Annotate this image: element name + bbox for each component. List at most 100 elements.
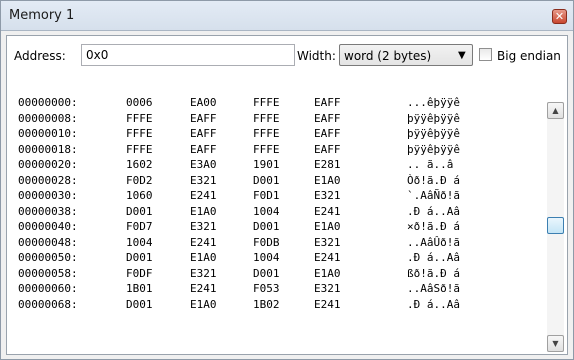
memory-word[interactable]: E1A0 [190, 298, 217, 311]
row-address: 00000000: [18, 96, 78, 109]
memory-word[interactable]: E241 [190, 236, 217, 249]
row-address: 00000068: [18, 297, 78, 311]
row-address: 00000060: [18, 282, 78, 295]
row-ascii: þÿÿêþÿÿê [407, 111, 460, 125]
memory-word[interactable]: 1602 [126, 158, 153, 171]
row-address: 00000008: [18, 111, 78, 125]
memory-word[interactable]: D001 [126, 298, 153, 311]
row-address: 00000038: [18, 204, 78, 218]
memory-word[interactable]: E321 [190, 267, 217, 280]
memory-word[interactable]: FFFE [126, 112, 153, 125]
chevron-down-icon: ▼ [458, 50, 466, 61]
memory-word[interactable]: D001 [253, 220, 280, 233]
memory-word[interactable]: D001 [253, 267, 280, 280]
memory-word[interactable]: D001 [126, 205, 153, 218]
memory-word[interactable]: EAFF [314, 143, 341, 156]
memory-word[interactable]: FFFE [126, 143, 153, 156]
memory-word[interactable]: 1060 [126, 189, 153, 202]
memory-word[interactable]: F053 [253, 282, 280, 295]
memory-word[interactable]: 1004 [126, 236, 153, 249]
memory-word[interactable]: EAFF [314, 127, 341, 140]
vertical-scrollbar[interactable]: ▲ ▼ [547, 102, 564, 352]
row-address: 00000040: [18, 220, 78, 233]
memory-window: Memory 1 ✕ Address: 0x0 Width: word (2 b… [0, 0, 574, 360]
memory-word[interactable]: EA00 [190, 96, 217, 109]
memory-word[interactable]: E321 [190, 174, 217, 187]
row-ascii: ..AâÛð!ã [407, 235, 460, 249]
memory-word[interactable]: FFFE [253, 127, 280, 140]
memory-word[interactable]: E241 [314, 298, 341, 311]
scroll-down-icon[interactable]: ▼ [547, 335, 564, 352]
row-address: 00000028: [18, 173, 78, 187]
width-select[interactable]: word (2 bytes) ▼ [339, 44, 473, 66]
row-ascii: .Ð á..Aâ [407, 297, 460, 311]
memory-word[interactable]: E3A0 [190, 158, 217, 171]
row-address: 00000030: [18, 189, 78, 202]
memory-word[interactable]: EAFF [190, 143, 217, 156]
row-ascii: .Ð á..Aâ [407, 204, 460, 218]
memory-word[interactable]: EAFF [190, 112, 217, 125]
close-icon[interactable]: ✕ [552, 9, 567, 24]
memory-word[interactable]: E1A0 [190, 205, 217, 218]
address-input[interactable]: 0x0 [81, 44, 295, 66]
memory-word[interactable]: E241 [314, 251, 341, 264]
memory-word[interactable]: 1004 [253, 251, 280, 264]
memory-word[interactable]: F0DF [126, 267, 153, 280]
row-address: 00000058: [18, 266, 78, 280]
scroll-up-icon[interactable]: ▲ [547, 102, 564, 119]
row-ascii: ßð!ã.Ð á [407, 266, 460, 280]
memory-word[interactable]: E241 [314, 205, 341, 218]
row-ascii: `.AâÑð!ã [407, 189, 460, 202]
scrollbar-thumb[interactable] [547, 217, 564, 234]
memory-panel: Address: 0x0 Width: word (2 bytes) ▼ Big… [6, 35, 568, 355]
memory-word[interactable]: E1A0 [190, 251, 217, 264]
memory-word[interactable]: 1004 [253, 205, 280, 218]
toolbar: Address: 0x0 Width: word (2 bytes) ▼ Big… [7, 36, 567, 72]
memory-word[interactable]: FFFE [253, 96, 280, 109]
memory-word[interactable]: F0D1 [253, 189, 280, 202]
memory-word[interactable]: 0006 [126, 96, 153, 109]
memory-word[interactable]: E241 [190, 282, 217, 295]
row-ascii: .Ð á..Aâ [407, 251, 460, 264]
memory-word[interactable]: FFFE [253, 112, 280, 125]
memory-word[interactable]: E241 [190, 189, 217, 202]
memory-word[interactable]: E321 [314, 282, 341, 295]
memory-word[interactable]: FFFE [253, 143, 280, 156]
memory-view[interactable]: 00000000: 0006 EA00 FFFE EAFF ...êþÿÿê 0000000… [7, 96, 545, 354]
memory-word[interactable]: E321 [314, 189, 341, 202]
memory-word[interactable]: F0D2 [126, 174, 153, 187]
memory-word[interactable]: 1B01 [126, 282, 153, 295]
row-address: 00000020: [18, 158, 78, 171]
memory-word[interactable]: F0DB [253, 236, 280, 249]
memory-word[interactable]: D001 [253, 174, 280, 187]
row-address: 00000010: [18, 127, 78, 140]
address-label: Address: [14, 49, 66, 63]
row-ascii: ...êþÿÿê [407, 96, 460, 109]
memory-word[interactable]: EAFF [314, 96, 341, 109]
memory-word[interactable]: E321 [314, 236, 341, 249]
memory-word[interactable]: D001 [126, 251, 153, 264]
row-address: 00000018: [18, 142, 78, 156]
title-bar[interactable]: Memory 1 ✕ [1, 1, 573, 31]
width-select-value: word (2 bytes) [344, 49, 432, 63]
big-endian-label[interactable]: Big endian [497, 49, 561, 63]
row-ascii: þÿÿêþÿÿê [407, 127, 460, 140]
memory-word[interactable]: FFFE [126, 127, 153, 140]
row-address: 00000050: [18, 251, 78, 264]
width-label: Width: [297, 49, 336, 63]
memory-word[interactable]: 1B02 [253, 298, 280, 311]
row-ascii: .. ã..â [407, 158, 454, 171]
memory-word[interactable]: E1A0 [314, 267, 341, 280]
memory-word[interactable]: E321 [190, 220, 217, 233]
memory-word[interactable]: 1901 [253, 158, 280, 171]
memory-word[interactable]: E1A0 [314, 174, 341, 187]
row-address: 00000048: [18, 235, 78, 249]
row-ascii: ..AâSð!ã [407, 282, 460, 295]
row-ascii: ×ð!ã.Ð á [407, 220, 460, 233]
memory-word[interactable]: E1A0 [314, 220, 341, 233]
memory-word[interactable]: EAFF [314, 112, 341, 125]
big-endian-checkbox[interactable] [479, 48, 492, 61]
memory-word[interactable]: F0D7 [126, 220, 153, 233]
memory-word[interactable]: E281 [314, 158, 341, 171]
memory-word[interactable]: EAFF [190, 127, 217, 140]
